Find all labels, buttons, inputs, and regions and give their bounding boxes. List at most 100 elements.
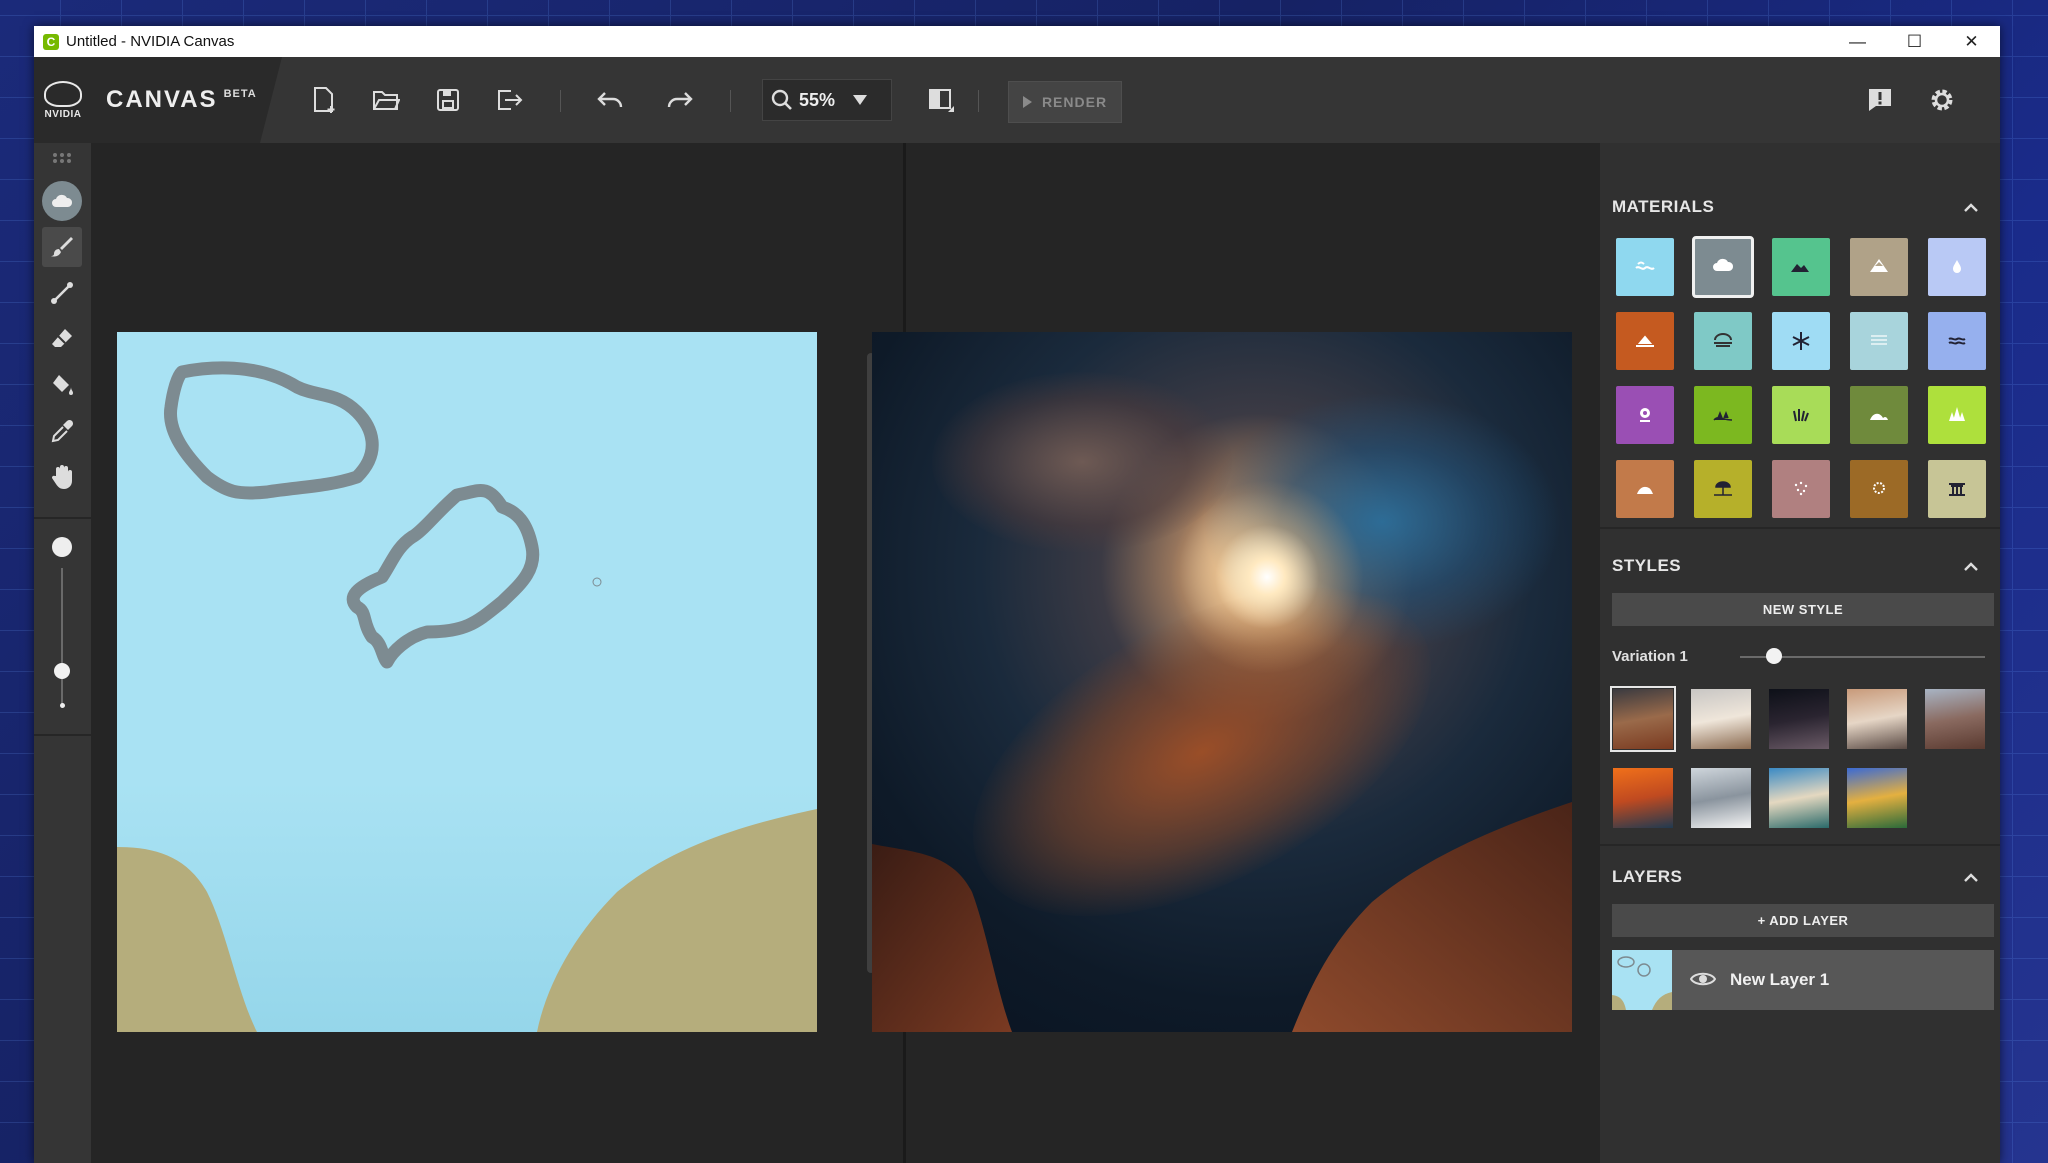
minimize-button[interactable]: — bbox=[1829, 26, 1886, 57]
material-fog[interactable] bbox=[1694, 312, 1752, 370]
gear-icon bbox=[1931, 89, 1953, 111]
material-grass[interactable] bbox=[1694, 386, 1752, 444]
material-mountain[interactable] bbox=[1772, 238, 1830, 296]
material-stone[interactable] bbox=[1850, 460, 1908, 518]
style-rocky-cliff[interactable] bbox=[1925, 689, 1985, 749]
sand-icon bbox=[1637, 486, 1653, 494]
redo-button[interactable] bbox=[660, 78, 700, 122]
eyedropper-icon bbox=[51, 419, 74, 443]
close-button[interactable]: ✕ bbox=[1943, 26, 2000, 57]
swap-view-button[interactable] bbox=[922, 78, 962, 122]
material-snow[interactable] bbox=[1772, 312, 1830, 370]
flower-icon bbox=[1640, 408, 1650, 422]
redo-icon bbox=[667, 92, 693, 108]
brush-size-track[interactable] bbox=[61, 568, 63, 708]
lake-icon bbox=[1948, 337, 1966, 345]
add-layer-button[interactable]: + ADD LAYER bbox=[1612, 904, 1994, 937]
settings-button[interactable] bbox=[1922, 78, 1962, 122]
collapse-styles-icon[interactable] bbox=[1964, 560, 1978, 574]
main-toolbar: NVIDIA CANVAS BETA 55% RENDER bbox=[34, 57, 2000, 143]
feedback-button[interactable] bbox=[1860, 78, 1900, 122]
pan-tool[interactable] bbox=[42, 457, 82, 497]
material-dirt[interactable] bbox=[1616, 312, 1674, 370]
material-beach[interactable] bbox=[1694, 460, 1752, 518]
export-icon bbox=[498, 90, 523, 110]
variation-label: Variation 1 bbox=[1612, 648, 1688, 665]
eye-visibility-icon[interactable] bbox=[1690, 970, 1716, 988]
collapse-materials-icon[interactable] bbox=[1964, 201, 1978, 215]
maximize-button[interactable]: ☐ bbox=[1886, 26, 1943, 57]
brush-tool[interactable] bbox=[42, 227, 82, 267]
fill-tool[interactable] bbox=[42, 365, 82, 405]
eyedropper-tool[interactable] bbox=[42, 411, 82, 451]
styles-title: STYLES bbox=[1612, 556, 1682, 575]
new-style-button[interactable]: NEW STYLE bbox=[1612, 593, 1994, 626]
app-icon: C bbox=[43, 33, 59, 50]
title-bar: C Untitled - NVIDIA Canvas — ☐ ✕ bbox=[34, 26, 2000, 57]
material-sand[interactable] bbox=[1616, 460, 1674, 518]
style-ocean-sunset[interactable] bbox=[1613, 768, 1673, 828]
open-folder-icon bbox=[373, 91, 400, 110]
eraser-icon bbox=[52, 329, 72, 347]
material-flower[interactable] bbox=[1616, 386, 1674, 444]
open-button[interactable] bbox=[366, 78, 406, 122]
hill-icon bbox=[1870, 413, 1888, 420]
style-arch-night[interactable] bbox=[1769, 689, 1829, 749]
search-icon bbox=[771, 89, 792, 110]
current-material-button[interactable] bbox=[42, 181, 82, 221]
style-tropical-coast[interactable] bbox=[1769, 768, 1829, 828]
style-alpine-lake[interactable] bbox=[1847, 768, 1907, 828]
eraser-tool[interactable] bbox=[42, 319, 82, 359]
new-file-button[interactable] bbox=[304, 78, 344, 122]
new-file-icon bbox=[314, 87, 335, 113]
zoom-control[interactable]: 55% bbox=[762, 79, 892, 121]
max-brush-size-dot bbox=[52, 537, 72, 557]
nvidia-logo: NVIDIA bbox=[42, 80, 84, 120]
material-lake[interactable] bbox=[1928, 312, 1986, 370]
stone-icon bbox=[1873, 482, 1885, 494]
render-button[interactable]: RENDER bbox=[1008, 81, 1122, 123]
material-cloud[interactable] bbox=[1692, 236, 1754, 298]
snow-icon bbox=[1792, 332, 1810, 350]
material-reeds[interactable] bbox=[1772, 386, 1830, 444]
style-snowy-mountain[interactable] bbox=[1691, 768, 1751, 828]
grip-icon bbox=[53, 153, 71, 163]
logo-area: NVIDIA CANVAS BETA bbox=[34, 57, 282, 143]
material-hill[interactable] bbox=[1850, 386, 1908, 444]
drawing-canvas[interactable] bbox=[117, 332, 817, 1032]
building-icon bbox=[1949, 483, 1965, 496]
material-gravel[interactable] bbox=[1772, 460, 1830, 518]
save-button[interactable] bbox=[428, 78, 468, 122]
brush-icon bbox=[51, 237, 73, 257]
material-building[interactable] bbox=[1928, 460, 1986, 518]
gravel-icon bbox=[1794, 481, 1808, 496]
layers-title: LAYERS bbox=[1612, 867, 1683, 886]
right-panel: MATERIALS STYLES NEW STYLE Variation 1 L… bbox=[1600, 143, 2000, 1163]
water-icon bbox=[1953, 260, 1961, 273]
material-river[interactable] bbox=[1850, 312, 1908, 370]
layer-item[interactable]: New Layer 1 bbox=[1612, 950, 1994, 1010]
material-tree[interactable] bbox=[1928, 386, 1986, 444]
collapse-layers-icon[interactable] bbox=[1964, 871, 1978, 885]
brush-size-knob[interactable] bbox=[54, 663, 70, 679]
fog-icon bbox=[1714, 333, 1732, 347]
material-sea[interactable] bbox=[1616, 238, 1674, 296]
line-tool[interactable] bbox=[42, 273, 82, 313]
sea-icon bbox=[1635, 261, 1655, 270]
app-name: CANVAS bbox=[106, 86, 218, 113]
variation-slider-knob[interactable] bbox=[1766, 648, 1782, 664]
style-cloudy-peaks[interactable] bbox=[1691, 689, 1751, 749]
line-icon bbox=[51, 282, 73, 304]
output-image bbox=[872, 332, 1572, 1032]
style-desert-rocks[interactable] bbox=[1610, 686, 1676, 752]
tools-grip[interactable] bbox=[42, 143, 82, 173]
chevron-down-icon[interactable] bbox=[853, 94, 868, 106]
app-window: C Untitled - NVIDIA Canvas — ☐ ✕ NVIDIA … bbox=[34, 26, 2000, 1163]
tool-sidebar bbox=[34, 143, 91, 1163]
undo-icon bbox=[597, 92, 623, 108]
material-water[interactable] bbox=[1928, 238, 1986, 296]
material-rock[interactable] bbox=[1850, 238, 1908, 296]
style-sunset-fog[interactable] bbox=[1847, 689, 1907, 749]
export-button[interactable] bbox=[490, 78, 530, 122]
undo-button[interactable] bbox=[590, 78, 630, 122]
